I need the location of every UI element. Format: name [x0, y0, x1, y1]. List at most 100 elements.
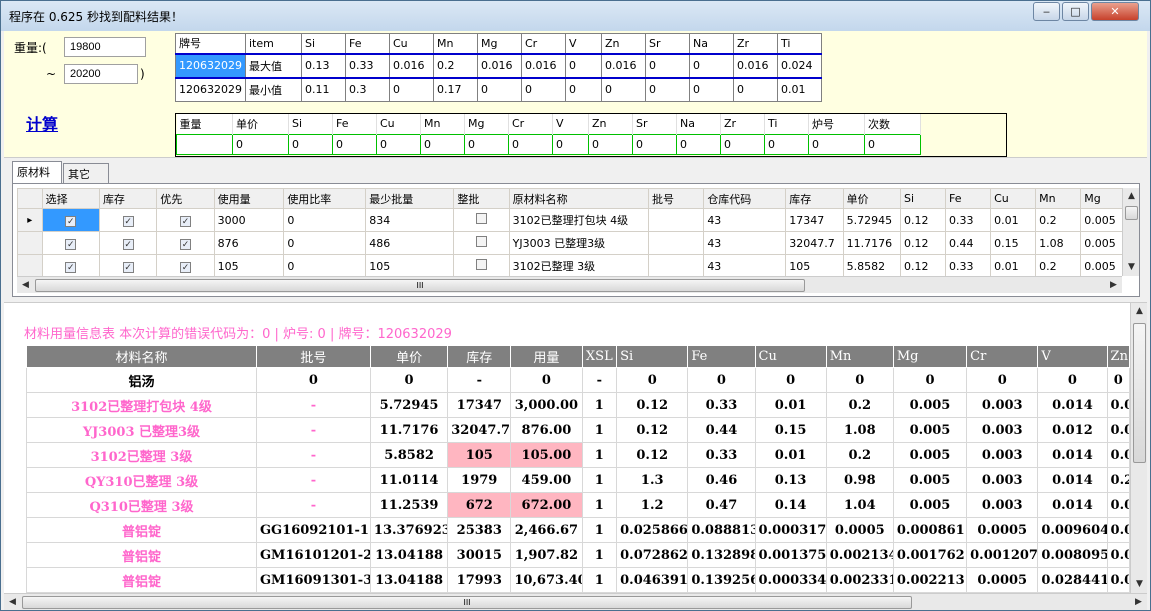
- table-row[interactable]: ✓ ✓ ✓ 105 0 105 3102已整理 3级 43 105 5.8582 0.12 0.33 0…: [17, 254, 1122, 276]
- table-cell[interactable]: 0: [521, 77, 566, 102]
- table-cell[interactable]: 0: [283, 254, 367, 276]
- table-cell[interactable]: 0: [565, 77, 602, 102]
- table-cell[interactable]: 0.12: [899, 231, 947, 255]
- column-header[interactable]: 原材料名称: [508, 188, 650, 209]
- column-header[interactable]: Zr: [733, 33, 778, 54]
- table-cell[interactable]: [647, 254, 705, 276]
- table-cell[interactable]: [647, 231, 705, 255]
- checkbox-cell[interactable]: ✓: [41, 231, 100, 255]
- column-header[interactable]: Mg: [464, 114, 509, 134]
- column-header[interactable]: Mg: [1080, 188, 1122, 209]
- checkbox-cell[interactable]: [453, 208, 510, 232]
- table-cell[interactable]: 0.44: [945, 231, 992, 255]
- table-cell[interactable]: 5.8582: [842, 254, 901, 276]
- table-cell[interactable]: 0.15: [990, 231, 1037, 255]
- column-header[interactable]: V: [552, 114, 589, 134]
- table-cell[interactable]: 0.01: [990, 254, 1037, 276]
- batch-checkbox[interactable]: [476, 236, 488, 247]
- table-cell[interactable]: 0.01: [990, 208, 1037, 232]
- table-cell[interactable]: 43: [703, 254, 787, 276]
- column-header[interactable]: 单价: [232, 114, 289, 134]
- table-cell[interactable]: 0.005: [1080, 254, 1122, 276]
- spec-grid[interactable]: 牌号 item Si Fe Cu Mn Mg Cr V Zn Sr Na Zr Ti 120632029 最…: [175, 33, 822, 102]
- table-cell[interactable]: 0: [508, 133, 553, 155]
- scroll-left-icon[interactable]: ◀: [17, 277, 34, 294]
- column-header[interactable]: Mn: [420, 114, 465, 134]
- row-header[interactable]: ▸: [17, 208, 43, 232]
- checkbox-cell[interactable]: [453, 231, 510, 255]
- table-cell[interactable]: 0.005: [1080, 231, 1122, 255]
- checkbox-cell[interactable]: ✓: [41, 254, 100, 276]
- table-cell[interactable]: 0.016: [521, 52, 566, 79]
- scroll-left-icon[interactable]: ◀: [4, 594, 21, 611]
- checkbox[interactable]: ✓: [179, 261, 191, 273]
- checkbox[interactable]: ✓: [122, 261, 134, 273]
- table-cell[interactable]: 0: [288, 133, 333, 155]
- column-header[interactable]: 选择: [41, 188, 100, 209]
- scroll-right-icon[interactable]: ▶: [1130, 594, 1147, 611]
- column-header[interactable]: item: [245, 33, 302, 54]
- table-row[interactable]: 120632029 最小值 0.11 0.3 0 0.17 0 0 0 0 0 0 0 0.01: [175, 77, 822, 102]
- table-cell[interactable]: 32047.7: [785, 231, 844, 255]
- table-cell[interactable]: 0.2: [433, 52, 478, 79]
- table-cell[interactable]: 105: [213, 254, 285, 276]
- checkbox[interactable]: ✓: [65, 261, 77, 273]
- table-cell[interactable]: 17347: [785, 208, 844, 232]
- column-header[interactable]: Si: [288, 114, 333, 134]
- column-header[interactable]: Fe: [332, 114, 377, 134]
- column-header[interactable]: 整批: [453, 188, 510, 209]
- table-cell[interactable]: 105: [785, 254, 844, 276]
- table-cell[interactable]: YJ3003 已整理3级: [508, 231, 650, 255]
- scroll-thumb[interactable]: [1125, 206, 1138, 220]
- table-cell[interactable]: 0.33: [345, 52, 390, 79]
- table-cell[interactable]: 834: [365, 208, 455, 232]
- column-header[interactable]: Sr: [645, 33, 690, 54]
- column-header[interactable]: 库存: [98, 188, 158, 209]
- column-header[interactable]: Cr: [508, 114, 553, 134]
- column-header[interactable]: 库存: [785, 188, 844, 209]
- table-cell[interactable]: 0.016: [601, 52, 646, 79]
- table-cell[interactable]: 876: [213, 231, 285, 255]
- checkbox[interactable]: ✓: [179, 238, 191, 250]
- scroll-up-icon[interactable]: ▲: [1123, 188, 1140, 205]
- table-cell[interactable]: 0.01: [777, 77, 822, 102]
- weight-max-input[interactable]: [64, 64, 138, 84]
- batch-checkbox[interactable]: [476, 213, 488, 224]
- table-cell[interactable]: 0.2: [1035, 208, 1082, 232]
- column-header[interactable]: 使用量: [213, 188, 285, 209]
- table-cell[interactable]: 105: [365, 254, 455, 276]
- column-header[interactable]: Zn: [601, 33, 646, 54]
- column-header[interactable]: 牌号: [175, 33, 246, 54]
- close-button[interactable]: ✕: [1091, 2, 1139, 21]
- table-cell[interactable]: 0: [464, 133, 509, 155]
- checkbox[interactable]: ✓: [65, 215, 77, 227]
- table-cell[interactable]: 0: [808, 133, 865, 155]
- column-header[interactable]: 单价: [842, 188, 901, 209]
- table-cell[interactable]: 0: [764, 133, 809, 155]
- table-cell[interactable]: 0.33: [945, 208, 992, 232]
- table-cell[interactable]: 0: [176, 133, 233, 155]
- scroll-down-icon[interactable]: ▼: [1131, 576, 1148, 593]
- table-cell[interactable]: 3102已整理 3级: [508, 254, 650, 276]
- checkbox-cell[interactable]: ✓: [156, 208, 215, 232]
- table-cell[interactable]: 3000: [213, 208, 285, 232]
- table-row[interactable]: ✓ ✓ ✓ 876 0 486 YJ3003 已整理3级 43 32047.7 11.7176 0.…: [17, 231, 1122, 255]
- checkbox-cell[interactable]: [453, 254, 510, 276]
- table-cell[interactable]: 120632029: [175, 52, 246, 79]
- table-cell[interactable]: 最大值: [245, 52, 302, 79]
- column-header[interactable]: Na: [689, 33, 734, 54]
- weight-min-input[interactable]: [64, 37, 146, 57]
- table-cell[interactable]: 0: [232, 133, 289, 155]
- table-cell[interactable]: 3102已整理打包块 4级: [508, 208, 650, 232]
- table-cell[interactable]: 5.72945: [842, 208, 901, 232]
- table-cell[interactable]: 0.12: [899, 208, 947, 232]
- scroll-right-icon[interactable]: ▶: [1105, 277, 1122, 294]
- column-header[interactable]: 使用比率: [283, 188, 367, 209]
- column-header[interactable]: 次数: [864, 114, 921, 134]
- column-header[interactable]: Mn: [433, 33, 478, 54]
- table-cell[interactable]: 43: [703, 208, 787, 232]
- column-header[interactable]: Zr: [720, 114, 765, 134]
- column-header[interactable]: 仓库代码: [703, 188, 787, 209]
- materials-hscroll[interactable]: ◀ III ▶: [17, 276, 1122, 293]
- checkbox[interactable]: ✓: [65, 238, 77, 250]
